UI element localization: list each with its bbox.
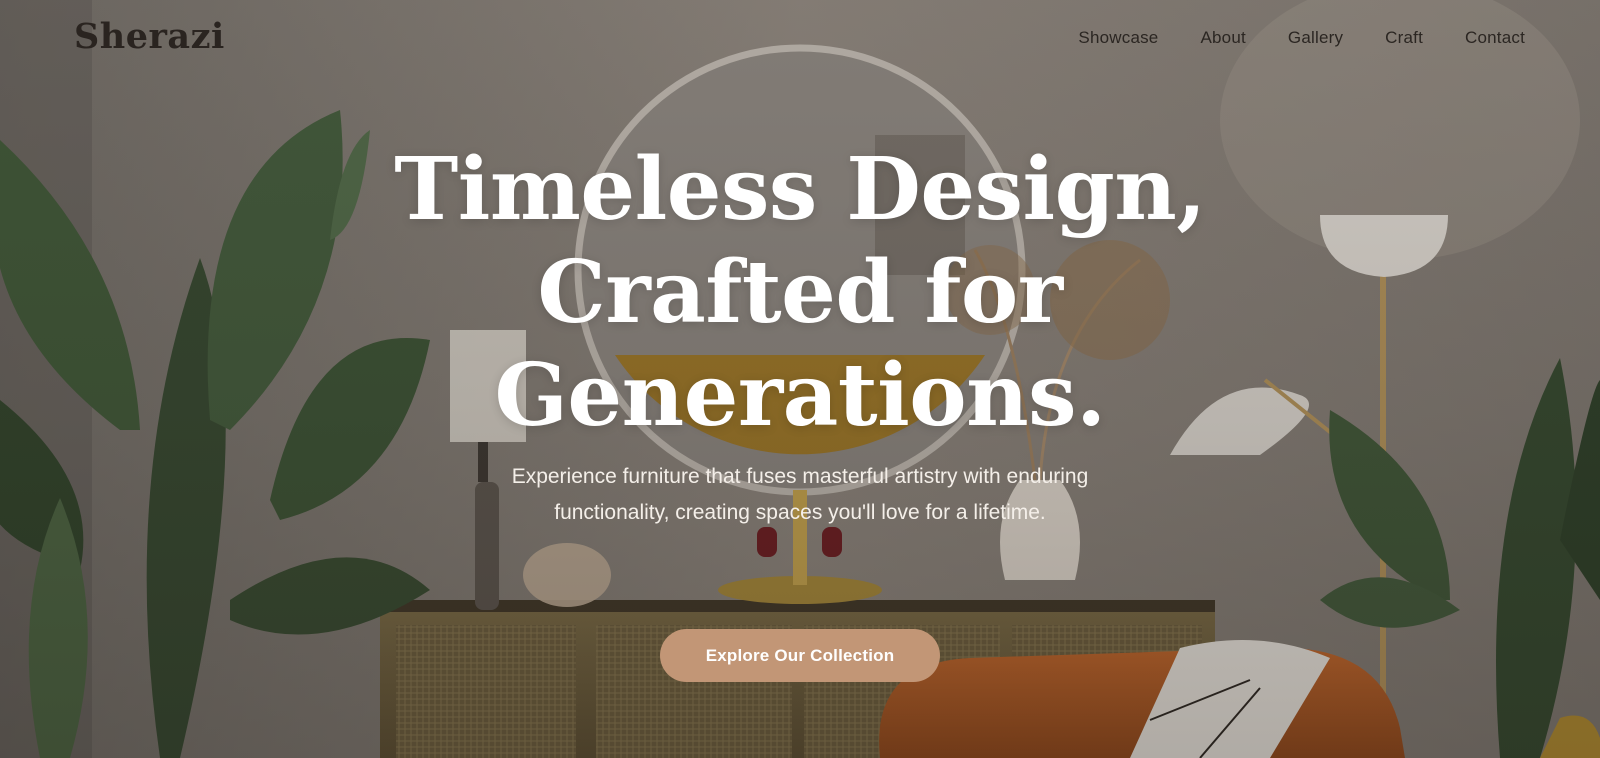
- hero-content: Timeless Design, Crafted for Generations…: [0, 138, 1600, 531]
- nav-link-about[interactable]: About: [1200, 28, 1245, 48]
- nav-link-gallery[interactable]: Gallery: [1288, 28, 1343, 48]
- hero-headline-line: Timeless Design,: [394, 139, 1206, 240]
- brand-logo[interactable]: Sherazi: [74, 16, 225, 57]
- hero-headline-line: Generations.: [494, 345, 1106, 446]
- hero-subtitle-line: Experience furniture that fuses masterfu…: [511, 465, 1089, 488]
- hero-section: Sherazi Showcase About Gallery Craft Con…: [0, 0, 1600, 758]
- top-navbar: Sherazi Showcase About Gallery Craft Con…: [0, 0, 1600, 80]
- hero-subtitle: Experience furniture that fuses masterfu…: [450, 459, 1150, 531]
- explore-collection-button[interactable]: Explore Our Collection: [660, 629, 940, 682]
- main-nav: Showcase About Gallery Craft Contact: [1078, 28, 1525, 48]
- hero-headline: Timeless Design, Crafted for Generations…: [350, 138, 1250, 447]
- hero-headline-line: Crafted for: [537, 242, 1063, 343]
- nav-link-contact[interactable]: Contact: [1465, 28, 1525, 48]
- hero-subtitle-line: functionality, creating spaces you'll lo…: [554, 501, 1046, 524]
- nav-link-craft[interactable]: Craft: [1385, 28, 1423, 48]
- nav-link-showcase[interactable]: Showcase: [1078, 28, 1158, 48]
